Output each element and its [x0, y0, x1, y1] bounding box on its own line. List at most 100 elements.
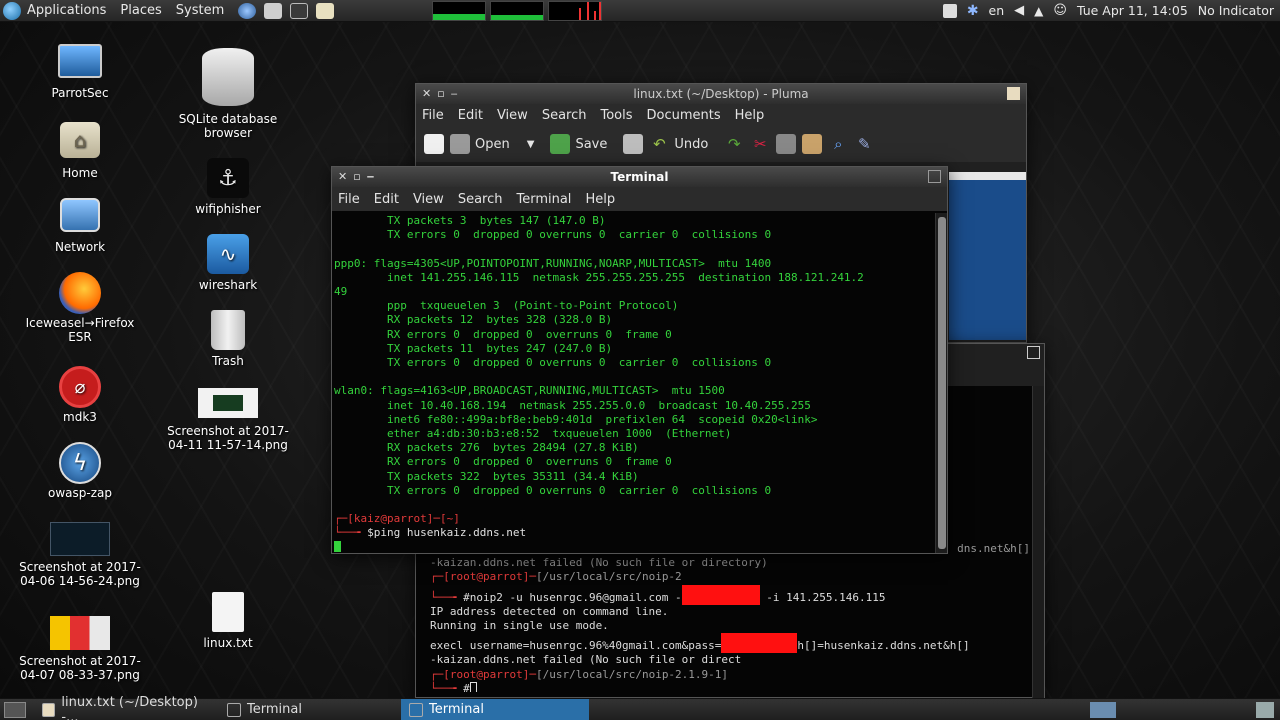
terminal-scroll-thumb[interactable] [938, 217, 946, 549]
desktop-icon-wireshark[interactable]: ∿ wireshark [163, 234, 293, 292]
taskbar-item-terminal-2[interactable]: Terminal [401, 698, 589, 720]
terminal-line: RX errors 0 dropped 0 overruns 0 frame 0 [334, 327, 672, 341]
terminal-menu-help[interactable]: Help [583, 192, 617, 207]
window-controls[interactable]: ✕▫‒ [422, 84, 464, 104]
text-editor-launcher-icon[interactable] [316, 2, 335, 19]
database-icon [202, 48, 254, 106]
home-folder-icon: ⌂ [60, 122, 100, 158]
parrot-logo-icon[interactable] [3, 1, 21, 20]
terminal-menu-search[interactable]: Search [456, 192, 505, 207]
desktop-icon-linux-txt[interactable]: linux.txt [163, 592, 293, 650]
window-controls[interactable]: ✕▫‒ [338, 167, 380, 187]
terminal-scrollbar[interactable] [935, 213, 947, 553]
desktop-icon-sqlite[interactable]: SQLite database browser [163, 48, 293, 140]
pluma-menu-documents[interactable]: Documents [645, 108, 723, 123]
terminal-titlebar[interactable]: ✕▫‒ Terminal [332, 167, 947, 187]
file-manager-launcher-icon[interactable] [264, 2, 283, 19]
terminal-back-prompt-cmd: └──╼ # [430, 681, 1030, 692]
terminal-back-icon [1027, 346, 1040, 359]
image-thumbnail-icon [198, 388, 258, 418]
pluma-menu-tools[interactable]: Tools [598, 108, 634, 123]
pluma-menubar: File Edit View Search Tools Documents He… [416, 104, 1026, 126]
terminal-line: RX errors 0 dropped 0 overruns 0 frame 0 [334, 455, 672, 469]
print-icon[interactable] [623, 134, 644, 154]
terminal-line: wlan0: flags=4163<UP,BROADCAST,RUNNING,M… [334, 384, 725, 398]
terminal-menu-terminal[interactable]: Terminal [514, 192, 573, 207]
trash-icon [211, 310, 245, 350]
terminal-cursor-line [334, 540, 935, 552]
terminal-menu-view[interactable]: View [411, 192, 446, 207]
desktop-icon-screenshot-0407[interactable]: Screenshot at 2017-04-07 08-33-37.png [15, 616, 145, 682]
pluma-menu-file[interactable]: File [420, 108, 446, 123]
terminal-back-scrollbar[interactable] [1032, 386, 1044, 698]
desktop-icon-network[interactable]: Network [15, 198, 145, 254]
pluma-titlebar[interactable]: ✕▫‒ linux.txt (~/Desktop) - Pluma [416, 84, 1026, 104]
copy-icon[interactable] [776, 134, 797, 154]
pluma-menu-edit[interactable]: Edit [456, 108, 485, 123]
bottom-panel: linux.txt (~/Desktop) -... Terminal Term… [0, 695, 1280, 720]
system-tray: ✱ en ◀ ▲ ☺ Tue Apr 11, 14:05 No Indicato… [942, 3, 1280, 19]
paste-icon[interactable] [802, 134, 823, 154]
desktop-icon-screenshot-0411[interactable]: Screenshot at 2017-04-11 11-57-14.png [163, 388, 293, 452]
terminal-line: TX packets 11 bytes 247 (247.0 B) [334, 341, 613, 355]
desktop-icon-mdk3[interactable]: ⌀ mdk3 [15, 366, 145, 424]
user-icon[interactable]: ☺ [1053, 3, 1067, 18]
computer-icon [58, 44, 102, 78]
chevron-down-icon[interactable]: ▼ [527, 139, 535, 150]
firefox-icon [59, 272, 101, 314]
bluetooth-icon[interactable]: ✱ [967, 3, 979, 19]
desktop-icon-wifiphisher[interactable]: ⚓ wifiphisher [163, 158, 293, 216]
desktop-icon-trash[interactable]: Trash [163, 310, 293, 368]
redo-arrow-icon[interactable]: ↷ [724, 134, 744, 154]
desktop-icon-screenshot-0406[interactable]: Screenshot at 2017-04-06 14-56-24.png [15, 522, 145, 588]
clock[interactable]: Tue Apr 11, 14:05 [1077, 3, 1188, 18]
volume-icon[interactable]: ◀ [1014, 3, 1024, 18]
terminal-prompt: ┌─[kaiz@parrot]─[~] [334, 512, 460, 526]
desktop-icon-parrotsec[interactable]: ParrotSec [15, 44, 145, 100]
terminal-line: inet 10.40.168.194 netmask 255.255.0.0 b… [334, 398, 811, 412]
terminal-output[interactable]: TX packets 3 bytes 147 (147.0 B) TX erro… [332, 214, 935, 552]
undo-button[interactable]: ↶ Undo [649, 134, 708, 154]
pluma-menu-search[interactable]: Search [540, 108, 589, 123]
taskbar-item-terminal-1[interactable]: Terminal [219, 699, 399, 720]
show-desktop-icon[interactable] [4, 701, 26, 718]
find-icon[interactable]: ⌕ [828, 134, 848, 154]
terminal-line: ether a4:db:30:b3:e8:52 txqueuelen 1000 … [334, 427, 732, 441]
terminal-task-icon [409, 702, 423, 717]
terminal-back-command: └──╼ #noip2 -u husenrgc.96@gmail.com - -… [430, 584, 1030, 605]
terminal-menu-edit[interactable]: Edit [372, 192, 401, 207]
keyboard-layout[interactable]: en [989, 3, 1005, 18]
indicator-label[interactable]: No Indicator [1198, 3, 1274, 18]
desktop-icon-firefox[interactable]: Iceweasel→Firefox ESR [15, 272, 145, 344]
wifi-signal-icon[interactable]: ▲ [1034, 4, 1043, 18]
window-list-icon[interactable] [942, 3, 957, 18]
pluma-toolbar: Open ▼ Save ↶ Undo ↷ ✂ ⌕ ✎ [416, 126, 1026, 162]
new-document-icon[interactable] [424, 134, 444, 154]
terminal-cursor [334, 540, 341, 552]
terminal-back-output[interactable]: dns.net&h[] -kaizan.ddns.net failed (No s… [430, 542, 1030, 692]
cut-icon[interactable]: ✂ [750, 134, 770, 154]
workspace-switcher-icon[interactable] [1090, 701, 1116, 718]
taskbar-item-pluma[interactable]: linux.txt (~/Desktop) -... [34, 695, 219, 720]
terminal-launcher-icon[interactable] [290, 2, 309, 19]
menu-system[interactable]: System [176, 3, 224, 18]
menu-places[interactable]: Places [120, 3, 161, 18]
mdk3-icon: ⌀ [59, 366, 101, 408]
desktop-icon-owasp-zap[interactable]: ϟ owasp-zap [15, 442, 145, 500]
desktop-icon-home[interactable]: ⌂ Home [15, 122, 145, 180]
terminal-menu-file[interactable]: File [336, 192, 362, 207]
wifiphisher-icon: ⚓ [207, 158, 249, 198]
open-button[interactable]: Open ▼ [450, 134, 534, 154]
undo-arrow-icon: ↶ [653, 135, 666, 153]
save-button[interactable]: Save [550, 134, 607, 154]
find-replace-icon[interactable]: ✎ [854, 134, 874, 154]
menu-applications[interactable]: Applications [27, 3, 106, 18]
pluma-editor-area[interactable] [949, 172, 1026, 340]
pluma-menu-help[interactable]: Help [733, 108, 767, 123]
browser-launcher-icon[interactable] [238, 2, 257, 19]
cpu-monitor-graph [432, 0, 487, 21]
trash-applet-icon[interactable] [1256, 701, 1274, 718]
pluma-menu-view[interactable]: View [495, 108, 530, 123]
